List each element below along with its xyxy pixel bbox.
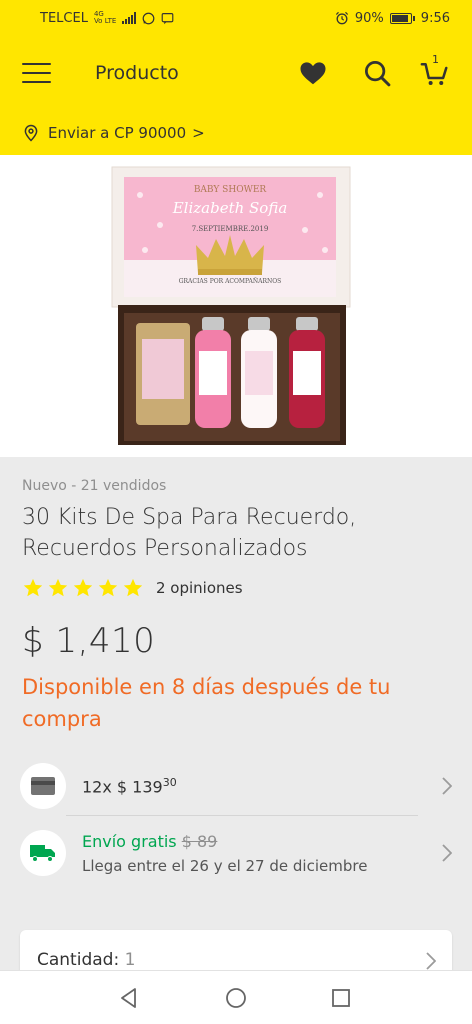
clock: 9:56 <box>420 10 450 26</box>
page-title: Producto <box>95 62 179 84</box>
free-shipping-label: Envío gratis <box>82 831 177 851</box>
chat-icon <box>161 12 174 24</box>
location-pin-icon <box>24 124 38 142</box>
installments-row[interactable]: 12x $ 13930 <box>20 763 452 809</box>
chevron-right-icon: > <box>192 123 205 142</box>
whatsapp-icon <box>142 12 155 24</box>
spa-kit-photo: BABY SHOWER Elizabeth Sofia 7.SEPTIEMBRE… <box>0 155 472 457</box>
chevron-right-icon <box>426 952 436 970</box>
star-icon <box>23 578 43 597</box>
shipping-old-price: $ 89 <box>181 831 218 851</box>
truck-icon <box>30 845 55 862</box>
status-left: TELCEL 4G Vo LTE <box>40 11 174 26</box>
star-icon <box>48 578 68 597</box>
reviews-count: 2 opiniones <box>156 579 243 597</box>
image-name-text: Elizabeth Sofia <box>172 199 288 217</box>
chevron-right-icon <box>442 844 452 862</box>
battery-percent: 90% <box>354 10 384 26</box>
home-icon[interactable] <box>225 987 247 1009</box>
installments-amount: 12x $ 139 <box>82 777 163 797</box>
image-footer-text: GRACIAS POR ACOMPAÑARNOS <box>179 277 282 285</box>
network-volte: Vo LTE <box>93 17 117 25</box>
image-date-text: 7.SEPTIEMBRE.2019 <box>192 225 269 233</box>
star-icon <box>123 578 143 597</box>
status-right: 90% 9:56 <box>335 11 450 26</box>
installments-cents: 30 <box>162 775 177 789</box>
chevron-right-icon <box>442 777 452 795</box>
network-type: 4G Vo LTE <box>94 11 116 25</box>
quantity-label-wrap: Cantidad: 1 <box>37 950 135 970</box>
shipping-eta: Llega entre el 26 y el 27 de diciembre <box>82 856 368 875</box>
product-info: Nuevo - 21 vendidos 30 Kits De Spa Para … <box>22 478 452 735</box>
recents-icon[interactable] <box>330 987 352 1009</box>
product-price: $ 1,410 <box>22 621 156 661</box>
carrier-name: TELCEL <box>40 10 88 26</box>
truck-icon-circle <box>20 830 66 876</box>
installments-text: 12x $ 13930 <box>82 776 177 796</box>
search-icon[interactable] <box>362 58 392 88</box>
shipping-location-bar[interactable]: Enviar a CP 90000 > <box>0 110 472 155</box>
product-condition: Nuevo - 21 vendidos <box>22 478 167 494</box>
free-shipping-row[interactable]: Envío gratis $ 89 Llega entre el 26 y el… <box>20 830 452 876</box>
quantity-label: Cantidad: <box>37 950 120 970</box>
battery-icon <box>389 12 415 24</box>
shipping-text: Envío gratis $ 89 Llega entre el 26 y el… <box>82 832 367 875</box>
star-icon <box>98 578 118 597</box>
product-title: 30 Kits De Spa Para Recuerdo, Recuerdos … <box>22 505 357 561</box>
product-image[interactable]: BABY SHOWER Elizabeth Sofia 7.SEPTIEMBRE… <box>0 155 472 457</box>
alarm-clock-icon <box>335 11 349 25</box>
status-bar: TELCEL 4G Vo LTE 90% 9:56 <box>0 0 472 36</box>
quantity-value: 1 <box>124 950 136 970</box>
row-divider <box>66 815 418 816</box>
product-rating[interactable]: 2 opiniones <box>22 577 452 599</box>
star-icon <box>73 578 93 597</box>
availability-text: Disponible en 8 días después de tu compr… <box>22 675 391 731</box>
back-icon[interactable] <box>118 987 140 1009</box>
cart-count: 1 <box>432 53 439 66</box>
system-navigation-bar <box>0 970 472 1024</box>
card-icon-circle <box>20 763 66 809</box>
signal-bars-icon <box>122 12 137 24</box>
image-header-text: BABY SHOWER <box>194 185 267 195</box>
menu-icon[interactable] <box>22 63 51 83</box>
shipping-location-label: Enviar a CP 90000 <box>48 123 187 142</box>
rating-stars <box>22 577 144 599</box>
cart-button[interactable]: 1 <box>420 53 450 88</box>
heart-icon[interactable] <box>298 58 328 88</box>
credit-card-icon <box>31 777 55 795</box>
app-bar: Producto 1 <box>0 36 472 110</box>
